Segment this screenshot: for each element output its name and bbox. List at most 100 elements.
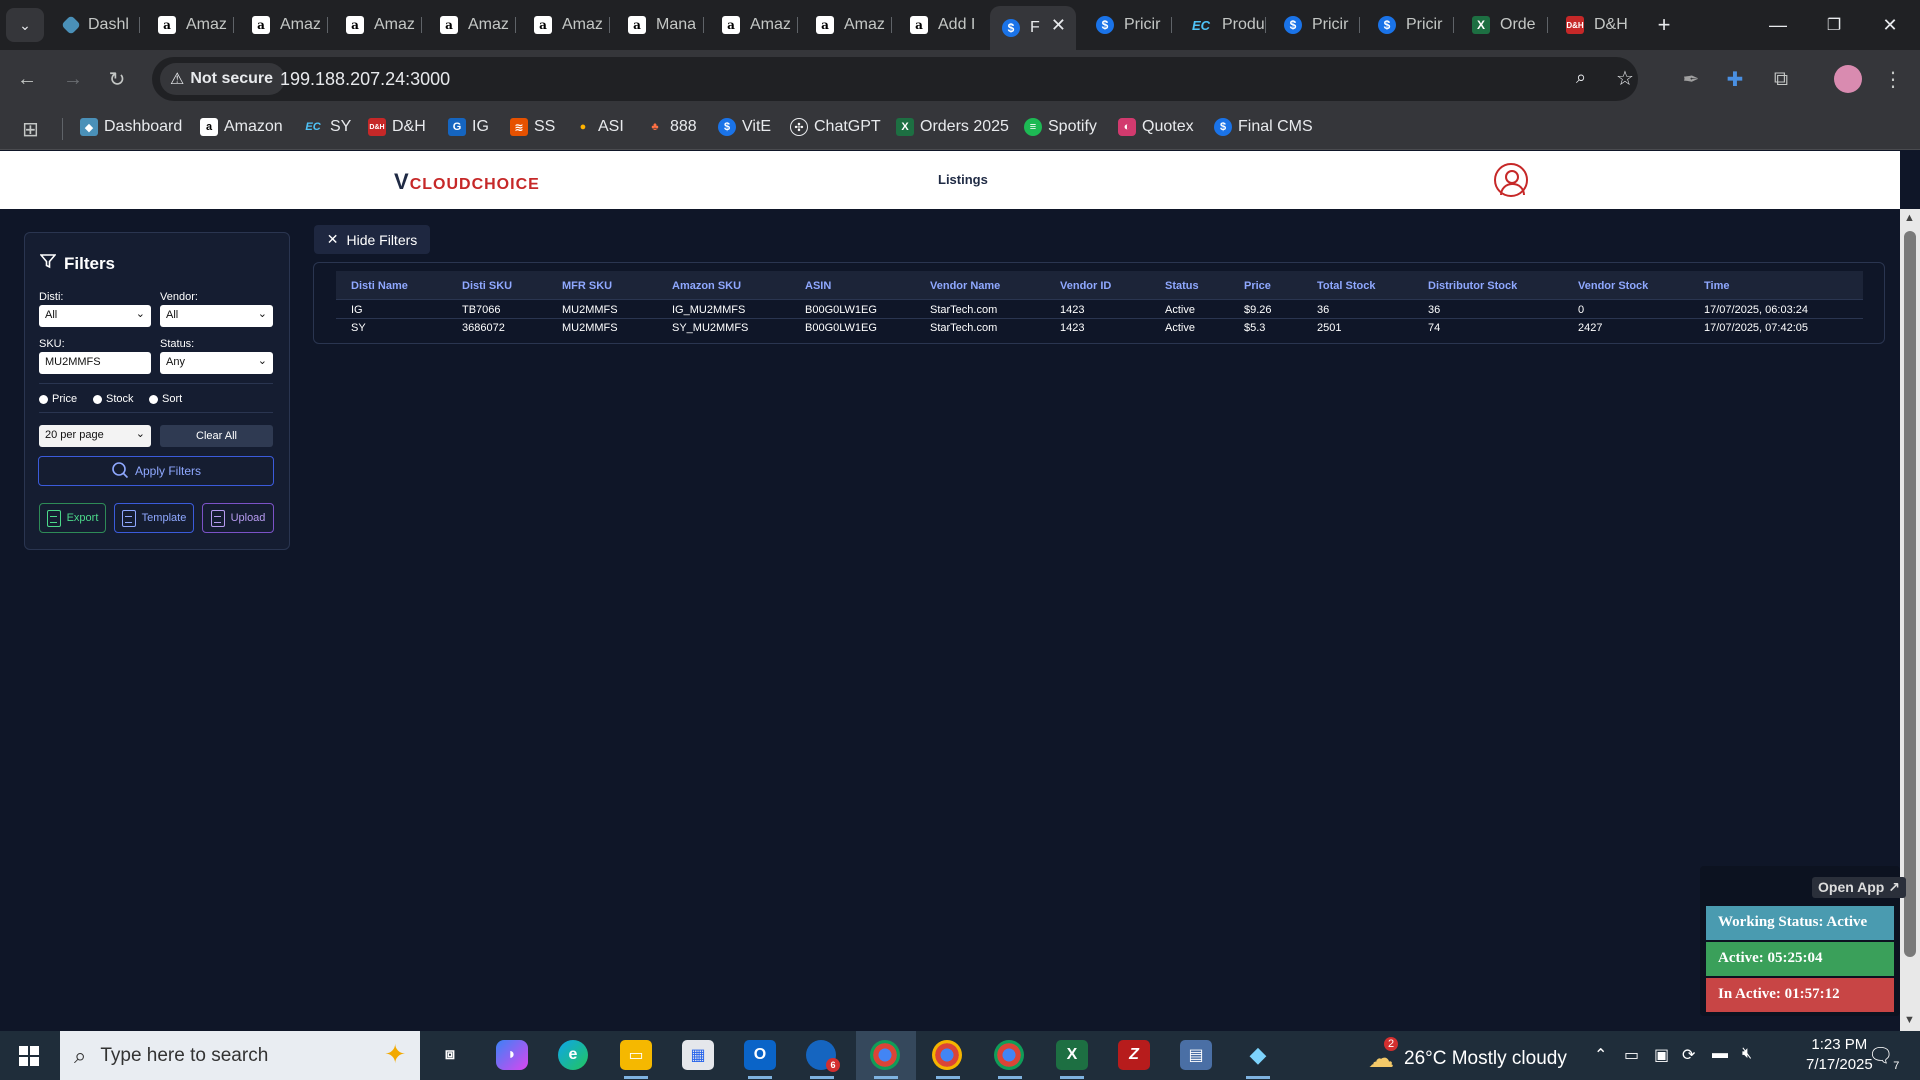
template-button[interactable]: Template (114, 503, 194, 533)
tab-amazon[interactable]: a Amaz (804, 8, 892, 42)
tab-add[interactable]: a Add I (898, 8, 986, 42)
filezilla-icon[interactable]: Z (1118, 1040, 1150, 1070)
clear-all-button[interactable]: Clear All (160, 425, 273, 447)
weather-widget[interactable]: ☁ 2 26°C Mostly cloudy (1368, 1037, 1567, 1074)
upload-button[interactable]: Upload (202, 503, 274, 533)
restore-button[interactable]: ❐ (1814, 8, 1854, 42)
excel-icon[interactable]: X (1056, 1040, 1088, 1079)
vendor-select[interactable]: All ⌄ (160, 305, 273, 327)
col-disti-sku[interactable]: Disti SKU (462, 280, 512, 292)
per-page-select[interactable]: 20 per page ⌄ (39, 425, 151, 447)
profile-avatar[interactable] (1834, 65, 1862, 93)
col-status[interactable]: Status (1165, 280, 1199, 292)
tab-amazon[interactable]: a Amaz (146, 8, 234, 42)
calendar-app-icon[interactable]: 6 (806, 1040, 840, 1079)
radio-stock[interactable]: Stock (93, 393, 134, 405)
tab-manage[interactable]: a Mana (616, 8, 704, 42)
tab-products[interactable]: EC Produ (1178, 8, 1266, 42)
tab-dashboard[interactable]: Dashl (52, 8, 140, 42)
sync-icon[interactable]: ⟳ (1682, 1045, 1695, 1065)
chrome-icon[interactable] (870, 1040, 900, 1079)
bookmark-vite[interactable]: $ VitE (718, 118, 771, 136)
scroll-down-arrow-icon[interactable]: ▼ (1904, 1014, 1915, 1026)
app-diamond-icon[interactable]: ◆ (1242, 1040, 1274, 1079)
tab-amazon[interactable]: a Amaz (240, 8, 328, 42)
bookmark-888[interactable]: ♣ 888 (646, 118, 696, 136)
col-price[interactable]: Price (1244, 280, 1271, 292)
copilot-icon[interactable]: ◗ (496, 1040, 528, 1070)
bookmark-star-icon[interactable]: ☆ (1616, 66, 1634, 91)
col-asin[interactable]: ASIN (805, 280, 831, 292)
export-button[interactable]: Export (39, 503, 106, 533)
battery-icon[interactable]: ▬ (1712, 1045, 1728, 1063)
col-vendor-name[interactable]: Vendor Name (930, 280, 1000, 292)
col-vendor-id[interactable]: Vendor ID (1060, 280, 1111, 292)
tab-pricing[interactable]: $ Pricir (1366, 8, 1454, 42)
bookmark-chatgpt[interactable]: ✣ ChatGPT (790, 118, 881, 136)
nav-listings[interactable]: Listings (938, 172, 988, 187)
tab-amazon[interactable]: a Amaz (428, 8, 516, 42)
scrollbar-thumb[interactable] (1904, 231, 1916, 957)
outlook-icon[interactable]: O (744, 1040, 776, 1079)
bookmark-orders-2025[interactable]: X Orders 2025 (896, 118, 1009, 136)
tab-amazon[interactable]: a Amaz (710, 8, 798, 42)
scroll-up-arrow-icon[interactable]: ▲ (1904, 212, 1915, 224)
extension-feather-icon[interactable]: ✒ (1676, 64, 1706, 94)
cloudchoice-logo[interactable]: VCLOUDCHOICE (394, 169, 540, 195)
tab-dh[interactable]: D&H D&H (1554, 8, 1642, 42)
calculator-icon[interactable]: ▤ (1180, 1040, 1212, 1070)
tab-pricing[interactable]: $ Pricir (1084, 8, 1172, 42)
browser-menu-icon[interactable]: ⋮ (1878, 64, 1908, 94)
display-icon[interactable]: ▭ (1624, 1045, 1639, 1065)
security-indicator[interactable]: ⚠ Not secure (160, 63, 286, 95)
new-tab-button[interactable]: + (1644, 8, 1684, 42)
task-view-icon[interactable]: ⧈ (434, 1040, 466, 1070)
edge-icon[interactable]: e (558, 1040, 588, 1070)
meet-now-icon[interactable]: ▣ (1654, 1045, 1669, 1065)
col-distributor-stock[interactable]: Distributor Stock (1428, 280, 1517, 292)
address-bar[interactable]: ⚠ Not secure 199.188.207.24:3000 ⌕ ☆ (152, 57, 1638, 101)
zoom-icon[interactable]: ⌕ (1576, 67, 1586, 88)
bookmark-sy[interactable]: EC SY (302, 118, 351, 136)
tab-pricing-active[interactable]: $ F ✕ (990, 6, 1076, 50)
tab-search-chevron-icon[interactable]: ⌄ (6, 8, 44, 42)
col-vendor-stock[interactable]: Vendor Stock (1578, 280, 1648, 292)
col-total-stock[interactable]: Total Stock (1317, 280, 1375, 292)
user-profile-icon[interactable] (1494, 163, 1528, 197)
col-mfr-sku[interactable]: MFR SKU (562, 280, 612, 292)
status-select[interactable]: Any ⌄ (160, 352, 273, 374)
disti-select[interactable]: All ⌄ (39, 305, 151, 327)
minimize-button[interactable]: — (1758, 8, 1798, 42)
tab-amazon[interactable]: a Amaz (334, 8, 422, 42)
mute-speaker-icon[interactable]: 🔇︎ (1742, 1045, 1752, 1063)
bookmark-dh[interactable]: D&H D&H (368, 118, 426, 136)
bookmark-quotex[interactable]: ◐ Quotex (1118, 118, 1194, 136)
apply-filters-button[interactable]: Apply Filters (38, 456, 274, 486)
extension-puzzle-blue-icon[interactable]: ✚ (1720, 64, 1750, 94)
radio-sort[interactable]: Sort (149, 393, 182, 405)
file-explorer-icon[interactable]: ▭ (620, 1040, 652, 1079)
tab-pricing[interactable]: $ Pricir (1272, 8, 1360, 42)
bookmark-asi[interactable]: ● ASI (574, 118, 624, 136)
reload-button[interactable]: ↻ (102, 64, 132, 94)
bookmark-amazon[interactable]: a Amazon (200, 118, 283, 136)
bookmark-ss[interactable]: ≋ SS (510, 118, 555, 136)
col-disti-name[interactable]: Disti Name (351, 280, 408, 292)
close-window-button[interactable]: ✕ (1870, 8, 1910, 42)
apps-grid-icon[interactable]: ⊞ (22, 117, 39, 142)
radio-price[interactable]: Price (39, 393, 77, 405)
col-amazon-sku[interactable]: Amazon SKU (672, 280, 741, 292)
back-button[interactable]: ← (12, 64, 42, 94)
open-app-button[interactable]: Open App ↗ (1812, 877, 1906, 898)
url-text[interactable]: 199.188.207.24:3000 (280, 69, 450, 90)
show-hidden-icons-icon[interactable]: ⌃ (1594, 1045, 1607, 1065)
bookmark-ig[interactable]: G IG (448, 118, 489, 136)
forward-button[interactable]: → (58, 64, 88, 94)
tab-amazon[interactable]: a Amaz (522, 8, 610, 42)
close-tab-icon[interactable]: ✕ (1051, 15, 1066, 36)
system-clock[interactable]: 1:23 PM 7/17/2025 (1806, 1035, 1873, 1075)
col-time[interactable]: Time (1704, 280, 1729, 292)
hide-filters-button[interactable]: ✕ Hide Filters (314, 225, 430, 254)
bookmark-final-cms[interactable]: $ Final CMS (1214, 118, 1313, 136)
store-icon[interactable]: ▦ (682, 1040, 714, 1070)
